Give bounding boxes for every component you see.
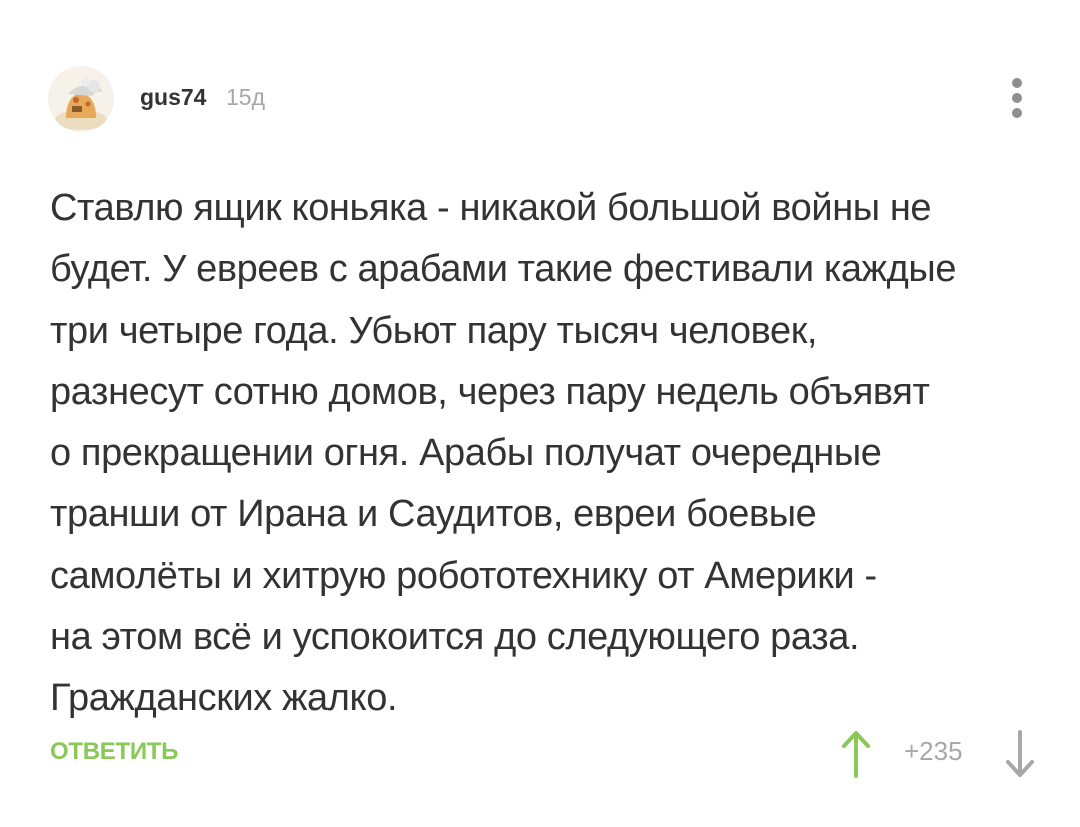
comment-line: будет. У евреев с арабами такие фестивал… bbox=[50, 248, 957, 291]
previous-content-cutoff bbox=[50, 0, 60, 17]
author-name[interactable]: gus74 bbox=[140, 84, 206, 111]
comment-line: Гражданских жалко. bbox=[50, 677, 398, 720]
arrow-up-icon bbox=[842, 731, 870, 778]
vote-up-button[interactable] bbox=[836, 726, 876, 782]
arrow-down-icon bbox=[1006, 730, 1034, 777]
comment-footer: ОТВЕТИТЬ +235 bbox=[50, 722, 1040, 782]
comment-line: Ставлю ящик коньяка - никакой большой во… bbox=[50, 187, 932, 229]
avatar[interactable] bbox=[48, 66, 114, 132]
comment-line: три четыре года. Убьют пару тысяч челове… bbox=[50, 309, 818, 352]
comment-line: о прекращении огня. Арабы получат очеред… bbox=[50, 432, 882, 475]
comment-text: Ставлю ящик коньяка - никакой большой во… bbox=[50, 178, 1050, 730]
reply-button[interactable]: ОТВЕТИТЬ bbox=[50, 738, 178, 766]
more-vertical-icon bbox=[1012, 78, 1022, 88]
vote-down-button[interactable] bbox=[1000, 726, 1040, 782]
comment-line: на этом всё и успокоится до следующего р… bbox=[50, 616, 860, 659]
rating-value: +235 bbox=[904, 736, 963, 766]
comment-line: самолёты и хитрую робототехнику от Амери… bbox=[50, 554, 877, 597]
comment-line: транши от Ирана и Саудитов, евреи боевые bbox=[50, 493, 817, 536]
comment-line: разнесут сотню домов, через пару недель … bbox=[50, 370, 930, 413]
comment-time: 15д bbox=[226, 84, 266, 110]
comment-header: gus74 15д bbox=[48, 66, 1038, 132]
avatar-image bbox=[48, 66, 114, 132]
more-options-button[interactable] bbox=[1002, 74, 1032, 122]
